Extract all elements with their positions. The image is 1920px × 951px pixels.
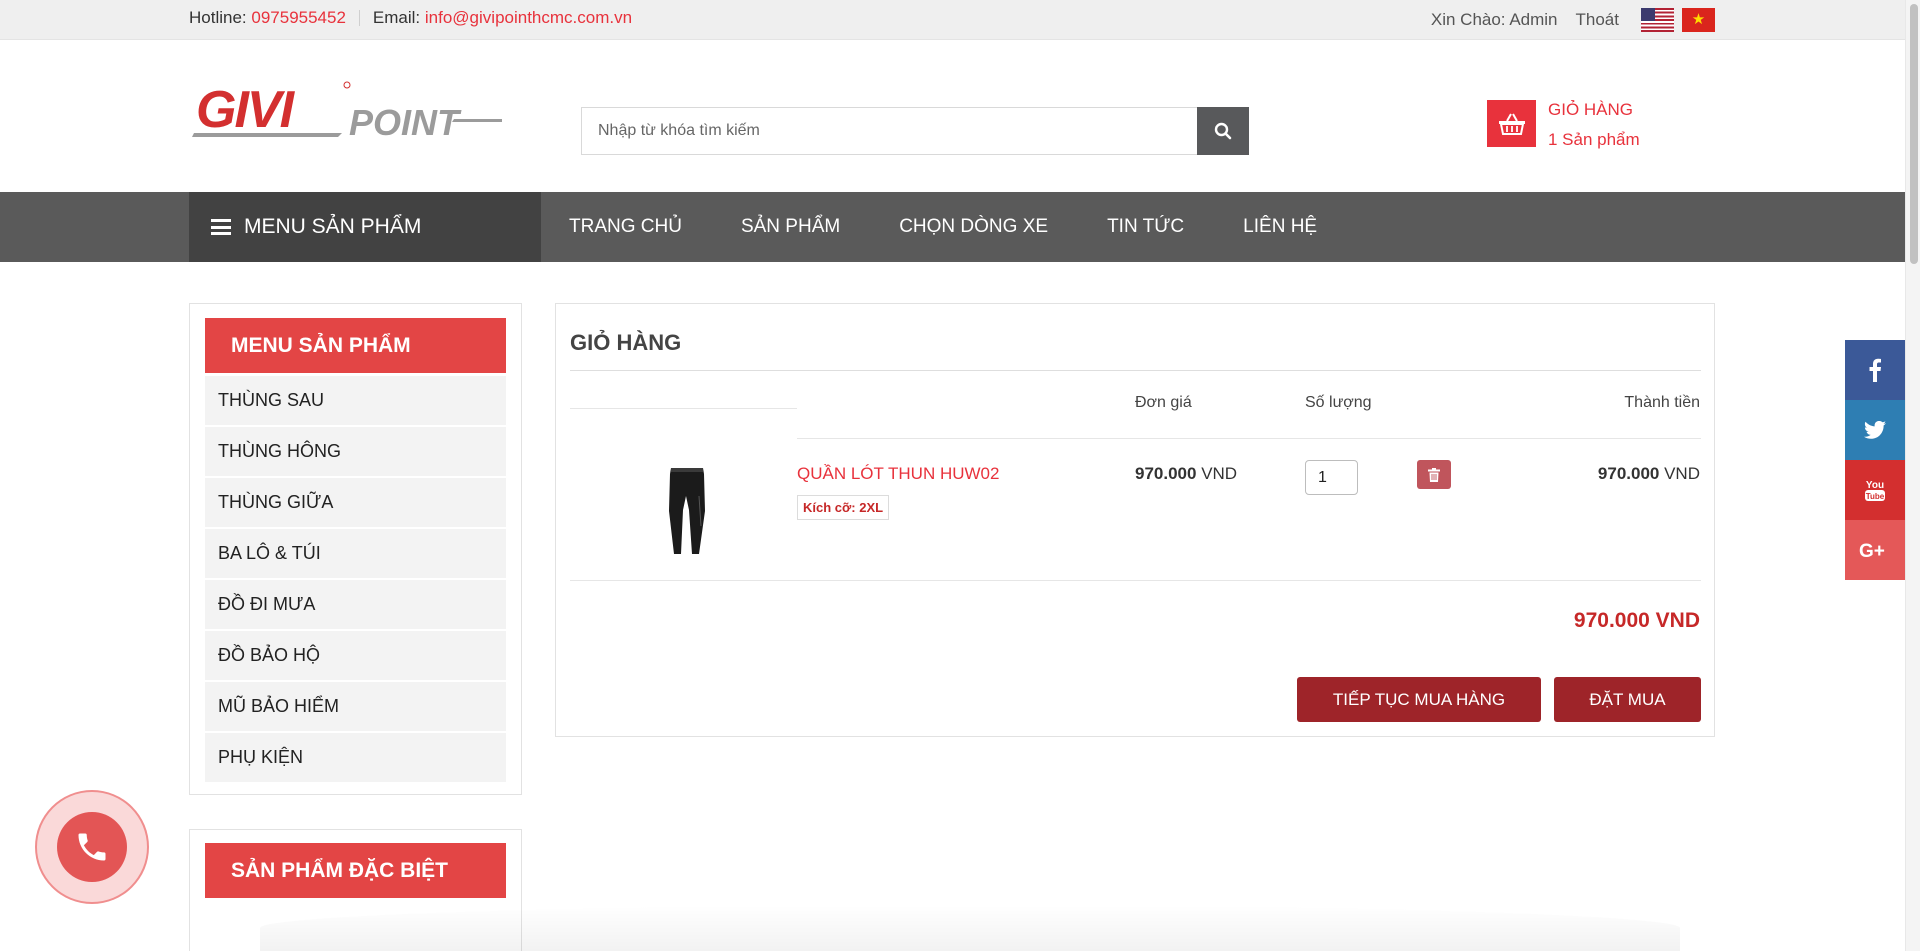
sidebar-item-side-box[interactable]: THÙNG HÔNG xyxy=(205,427,506,476)
nav-item-products[interactable]: SẢN PHẨM xyxy=(741,192,840,262)
nav-item-contact[interactable]: LIÊN HỆ xyxy=(1243,192,1317,262)
vietnamese-flag-icon[interactable]: ★ xyxy=(1682,8,1715,32)
cart-page-title: GIỎ HÀNG xyxy=(570,330,682,355)
line-total: 970.000 VND xyxy=(1598,464,1700,484)
sidebar-product-menu: MENU SẢN PHẨM THÙNG SAU THÙNG HÔNG THÙNG… xyxy=(189,303,522,795)
logo-givi-text: GIVI xyxy=(196,81,296,139)
main-nav: MENU SẢN PHẨM TRANG CHỦ SẢN PHẨM CHỌN DÒ… xyxy=(0,192,1905,262)
scrollbar[interactable] xyxy=(1905,0,1920,951)
phone-icon[interactable] xyxy=(57,812,127,882)
page-footer-shadow xyxy=(260,905,1680,951)
nav-item-choose-bike[interactable]: CHỌN DÒNG XE xyxy=(899,192,1048,262)
sidebar-item-rear-box[interactable]: THÙNG SAU xyxy=(205,376,506,425)
size-value: 2XL xyxy=(859,500,884,515)
sidebar-item-helmets[interactable]: MŨ BẢO HIỂM xyxy=(205,682,506,731)
column-header-total: Thành tiền xyxy=(1624,394,1700,411)
header-cart[interactable]: GIỎ HÀNG 1 Sản phẩm xyxy=(1487,100,1640,155)
sidebar-list: THÙNG SAU THÙNG HÔNG THÙNG GIỮA BA LÔ & … xyxy=(205,376,506,784)
cart-count[interactable]: 1 Sản phẩm xyxy=(1548,125,1640,155)
email-label: Email: xyxy=(372,8,421,27)
nav-item-news[interactable]: TIN TỨC xyxy=(1107,192,1184,262)
divider xyxy=(797,438,1701,439)
sidebar-item-middle-box[interactable]: THÙNG GIỮA xyxy=(205,478,506,527)
account-area: Xin Chào: Admin Thoát ★ xyxy=(1431,8,1715,32)
facebook-icon[interactable] xyxy=(1845,340,1905,400)
sidebar-item-protective-gear[interactable]: ĐỒ BẢO HỘ xyxy=(205,631,506,680)
givi-point-logo[interactable]: GIVI POINT xyxy=(192,77,504,143)
nav-links: TRANG CHỦ SẢN PHẨM CHỌN DÒNG XE TIN TỨC … xyxy=(569,192,1376,262)
svg-text:G+: G+ xyxy=(1859,541,1885,560)
product-menu-label: MENU SẢN PHẨM xyxy=(244,215,422,238)
continue-shopping-button[interactable]: TIẾP TỤC MUA HÀNG xyxy=(1297,677,1541,722)
unit-price: 970.000 VND xyxy=(1135,464,1237,484)
cart-title[interactable]: GIỎ HÀNG xyxy=(1548,95,1640,125)
logo-point-text: POINT xyxy=(349,102,462,142)
svg-text:Tube: Tube xyxy=(1866,492,1885,501)
logout-link[interactable]: Thoát xyxy=(1576,10,1619,30)
top-bar: Hotline: 0975955452 Email: info@givipoin… xyxy=(0,0,1905,40)
google-plus-icon[interactable]: G+ xyxy=(1845,520,1905,580)
divider xyxy=(570,370,1701,371)
basket-icon[interactable] xyxy=(1487,100,1536,147)
unit-price-currency: VND xyxy=(1201,464,1238,483)
scrollbar-thumb[interactable] xyxy=(1910,4,1918,264)
hamburger-icon xyxy=(211,219,231,235)
product-thumbnail[interactable] xyxy=(661,466,713,556)
trash-icon xyxy=(1428,467,1440,482)
cart-panel: GIỎ HÀNG Đơn giá Số lượng Thành tiền QUẦ… xyxy=(555,303,1715,737)
contact-info: Hotline: 0975955452 Email: info@givipoin… xyxy=(189,8,632,28)
product-menu-button[interactable]: MENU SẢN PHẨM xyxy=(189,192,541,262)
hotline-label: Hotline: xyxy=(189,8,247,27)
place-order-button[interactable]: ĐẶT MUA xyxy=(1554,677,1701,722)
sidebar-item-bags[interactable]: BA LÔ & TÚI xyxy=(205,529,506,578)
search-icon xyxy=(1214,122,1232,140)
email-link[interactable]: info@givipointhcmc.com.vn xyxy=(425,8,632,28)
delete-item-button[interactable] xyxy=(1417,460,1451,489)
cart-summary[interactable]: GIỎ HÀNG 1 Sản phẩm xyxy=(1548,95,1640,155)
youtube-icon[interactable]: You Tube xyxy=(1845,460,1905,520)
size-label: Kích cỡ: xyxy=(803,500,856,515)
line-total-amount: 970.000 xyxy=(1597,464,1660,483)
sidebar-title: MENU SẢN PHẨM xyxy=(205,318,506,373)
hotline-number[interactable]: 0975955452 xyxy=(251,8,346,28)
column-header-quantity: Số lượng xyxy=(1305,394,1372,411)
grand-total: 970.000 VND xyxy=(1573,609,1700,632)
line-total-currency: VND xyxy=(1664,464,1700,483)
nav-item-home[interactable]: TRANG CHỦ xyxy=(569,192,682,262)
header: GIVI POINT GIỎ HÀNG 1 Sản phẩm xyxy=(0,40,1905,192)
special-products-title: SẢN PHẨM ĐẶC BIỆT xyxy=(205,843,506,898)
quantity-input[interactable] xyxy=(1305,460,1358,495)
search-input[interactable] xyxy=(581,107,1197,155)
divider xyxy=(570,408,797,409)
search-button[interactable] xyxy=(1197,107,1249,155)
divider xyxy=(570,580,1701,581)
product-name-link[interactable]: QUẦN LÓT THUN HUW02 xyxy=(797,464,999,484)
sidebar-item-accessories[interactable]: PHỤ KIỆN xyxy=(205,733,506,782)
english-flag-icon[interactable] xyxy=(1641,8,1674,32)
column-header-price: Đơn giá xyxy=(1135,394,1192,411)
search-bar xyxy=(581,107,1249,155)
greeting[interactable]: Xin Chào: Admin xyxy=(1431,10,1558,30)
social-share-bar: You Tube G+ xyxy=(1845,340,1905,580)
divider xyxy=(358,10,360,26)
sidebar-item-rainwear[interactable]: ĐỒ ĐI MƯA xyxy=(205,580,506,629)
svg-text:You: You xyxy=(1866,480,1884,491)
size-badge: Kích cỡ: 2XL xyxy=(797,495,890,520)
twitter-icon[interactable] xyxy=(1845,400,1905,460)
unit-price-amount: 970.000 xyxy=(1135,464,1197,483)
